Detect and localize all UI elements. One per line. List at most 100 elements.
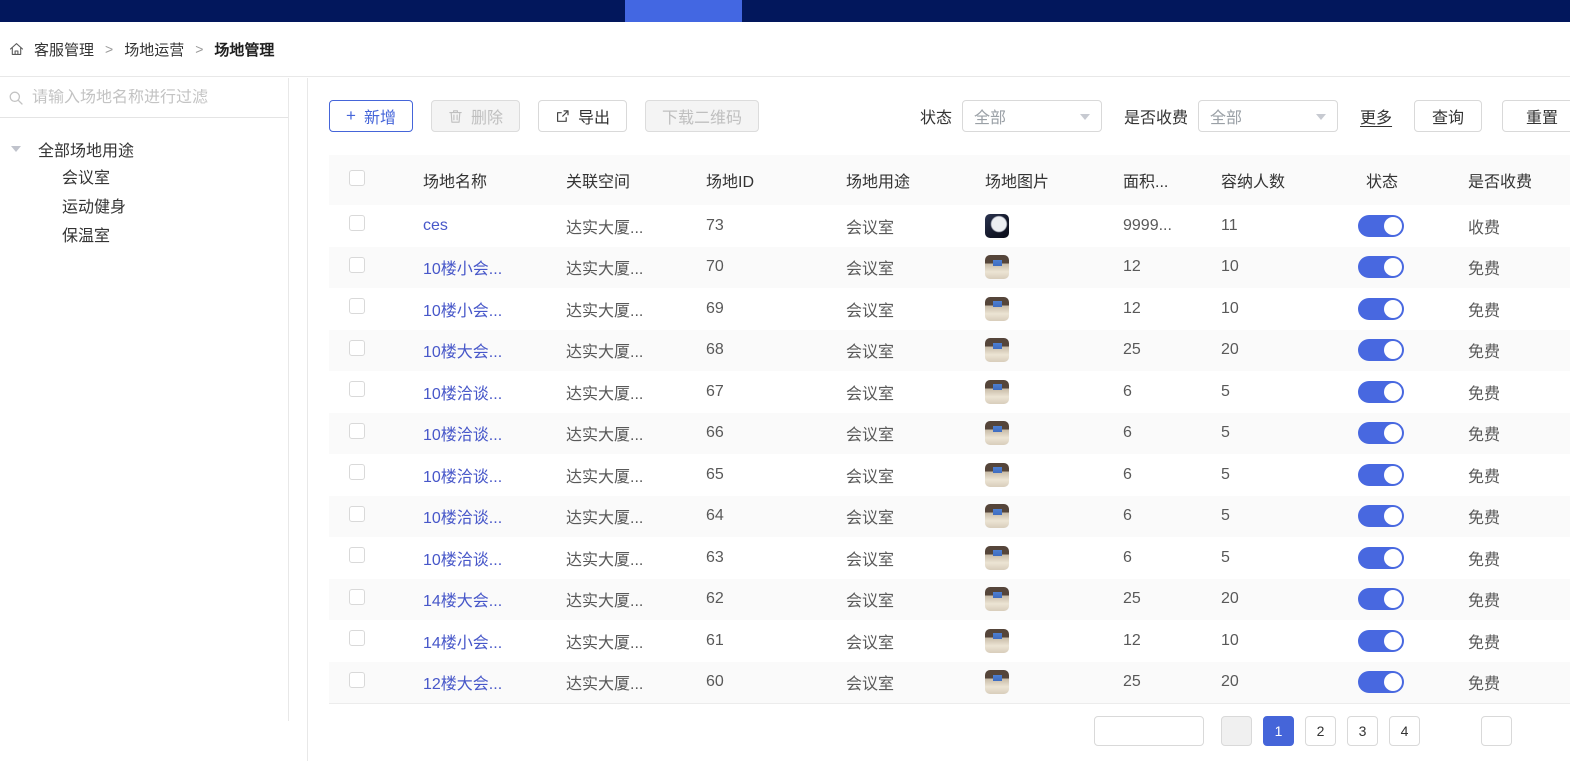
venue-name-link[interactable]: 10楼洽谈... <box>423 510 502 527</box>
row-checkbox[interactable] <box>349 589 365 605</box>
home-icon[interactable] <box>8 41 34 57</box>
venue-name-link[interactable]: 10楼大会... <box>423 344 502 361</box>
venue-name-link[interactable]: 10楼小会... <box>423 261 502 278</box>
venue-thumbnail[interactable] <box>985 380 1009 404</box>
venue-name-link[interactable]: 10楼洽谈... <box>423 386 502 403</box>
fee-filter-select[interactable]: 全部 <box>1198 100 1338 132</box>
table-row: 10楼小会... 达实大厦... 70 会议室 12 10 免费 <box>329 247 1570 289</box>
venue-name-link[interactable]: 14楼小会... <box>423 635 502 652</box>
venue-name-link[interactable]: 12楼大会... <box>423 676 502 693</box>
venue-name-link[interactable]: 14楼大会... <box>423 593 502 610</box>
status-toggle[interactable] <box>1358 256 1404 278</box>
row-checkbox[interactable] <box>349 298 365 314</box>
venue-name-link[interactable]: 10楼洽谈... <box>423 552 502 569</box>
area-cell: 6 <box>1113 507 1211 525</box>
venue-thumbnail[interactable] <box>985 338 1009 362</box>
row-checkbox[interactable] <box>349 381 365 397</box>
top-nav-active-tab[interactable] <box>625 0 742 22</box>
select-all-checkbox[interactable] <box>349 170 365 186</box>
row-checkbox[interactable] <box>349 423 365 439</box>
toggle-knob <box>1384 424 1402 442</box>
delete-button[interactable]: 删除 <box>431 100 520 132</box>
download-qr-button[interactable]: 下载二维码 <box>645 100 759 132</box>
venue-name-link[interactable]: 10楼洽谈... <box>423 469 502 486</box>
status-toggle[interactable] <box>1358 505 1404 527</box>
tree-node-child[interactable]: 运动健身 <box>0 193 288 222</box>
status-toggle[interactable] <box>1358 630 1404 652</box>
venue-id-cell: 60 <box>696 673 836 691</box>
tree-node-all-usages[interactable]: 全部场地用途 <box>0 134 288 164</box>
linked-space-cell: 达实大厦... <box>556 504 696 528</box>
capacity-cell: 20 <box>1211 673 1356 691</box>
venue-usage-cell: 会议室 <box>836 421 973 445</box>
area-cell: 6 <box>1113 549 1211 567</box>
table-row: 10楼洽谈... 达实大厦... 67 会议室 6 5 免费 <box>329 371 1570 413</box>
venue-thumbnail[interactable] <box>985 670 1009 694</box>
capacity-cell: 10 <box>1211 632 1356 650</box>
toggle-knob <box>1384 466 1402 484</box>
venue-thumbnail[interactable] <box>985 297 1009 321</box>
status-toggle[interactable] <box>1358 671 1404 693</box>
row-checkbox[interactable] <box>349 257 365 273</box>
status-toggle[interactable] <box>1358 215 1404 237</box>
status-toggle[interactable] <box>1358 588 1404 610</box>
linked-space-cell: 达实大厦... <box>556 629 696 653</box>
venue-thumbnail[interactable] <box>985 421 1009 445</box>
area-cell: 25 <box>1113 673 1211 691</box>
capacity-cell: 5 <box>1211 383 1356 401</box>
add-button[interactable]: + 新增 <box>329 100 413 132</box>
venue-id-cell: 69 <box>696 300 836 318</box>
more-filters-link[interactable]: 更多 <box>1360 104 1392 128</box>
status-toggle[interactable] <box>1358 464 1404 486</box>
venue-thumbnail[interactable] <box>985 587 1009 611</box>
row-checkbox[interactable] <box>349 672 365 688</box>
status-toggle[interactable] <box>1358 339 1404 361</box>
venue-thumbnail[interactable] <box>985 504 1009 528</box>
status-toggle[interactable] <box>1358 547 1404 569</box>
caret-down-icon[interactable] <box>11 146 21 152</box>
table-row: 14楼大会... 达实大厦... 62 会议室 25 20 免费 <box>329 579 1570 621</box>
venue-usage-cell: 会议室 <box>836 587 973 611</box>
tree-node-child[interactable]: 保温室 <box>0 222 288 251</box>
col-header-status: 状态 <box>1356 168 1456 192</box>
venue-thumbnail[interactable] <box>985 546 1009 570</box>
venue-usage-cell: 会议室 <box>836 504 973 528</box>
linked-space-cell: 达实大厦... <box>556 380 696 404</box>
toggle-knob <box>1384 590 1402 608</box>
venue-thumbnail[interactable] <box>985 214 1009 238</box>
venue-usage-cell: 会议室 <box>836 255 973 279</box>
breadcrumb-item-2[interactable]: 场地运营 <box>124 39 184 60</box>
table-row: 12楼大会... 达实大厦... 60 会议室 25 20 免费 <box>329 662 1570 704</box>
status-toggle[interactable] <box>1358 298 1404 320</box>
venue-thumbnail[interactable] <box>985 255 1009 279</box>
toggle-knob <box>1384 383 1402 401</box>
row-checkbox[interactable] <box>349 506 365 522</box>
col-header-venue-id: 场地ID <box>696 168 836 192</box>
row-checkbox[interactable] <box>349 215 365 231</box>
query-button[interactable]: 查询 <box>1414 100 1482 132</box>
venue-name-link[interactable]: ces <box>423 217 448 234</box>
venue-name-link[interactable]: 10楼洽谈... <box>423 427 502 444</box>
row-checkbox[interactable] <box>349 547 365 563</box>
main-panel: + 新增 删除 导出 下载二维码 状态 全部 是否收费 全部 更多 查询 重置 <box>307 78 1570 761</box>
area-cell: 12 <box>1113 258 1211 276</box>
capacity-cell: 5 <box>1211 424 1356 442</box>
venue-thumbnail[interactable] <box>985 629 1009 653</box>
tree-node-child[interactable]: 会议室 <box>0 164 288 193</box>
row-checkbox[interactable] <box>349 340 365 356</box>
reset-button[interactable]: 重置 <box>1502 100 1570 132</box>
breadcrumb-item-1[interactable]: 客服管理 <box>34 39 94 60</box>
capacity-cell: 5 <box>1211 466 1356 484</box>
fee-cell: 免费 <box>1456 297 1570 321</box>
col-header-venue-name: 场地名称 <box>411 168 556 192</box>
venue-name-link[interactable]: 10楼小会... <box>423 303 502 320</box>
venue-usage-cell: 会议室 <box>836 670 973 694</box>
status-toggle[interactable] <box>1358 422 1404 444</box>
status-toggle[interactable] <box>1358 381 1404 403</box>
row-checkbox[interactable] <box>349 464 365 480</box>
venue-thumbnail[interactable] <box>985 463 1009 487</box>
row-checkbox[interactable] <box>349 630 365 646</box>
status-filter-select[interactable]: 全部 <box>962 100 1102 132</box>
venue-filter-input[interactable] <box>32 89 280 107</box>
export-button[interactable]: 导出 <box>538 100 627 132</box>
